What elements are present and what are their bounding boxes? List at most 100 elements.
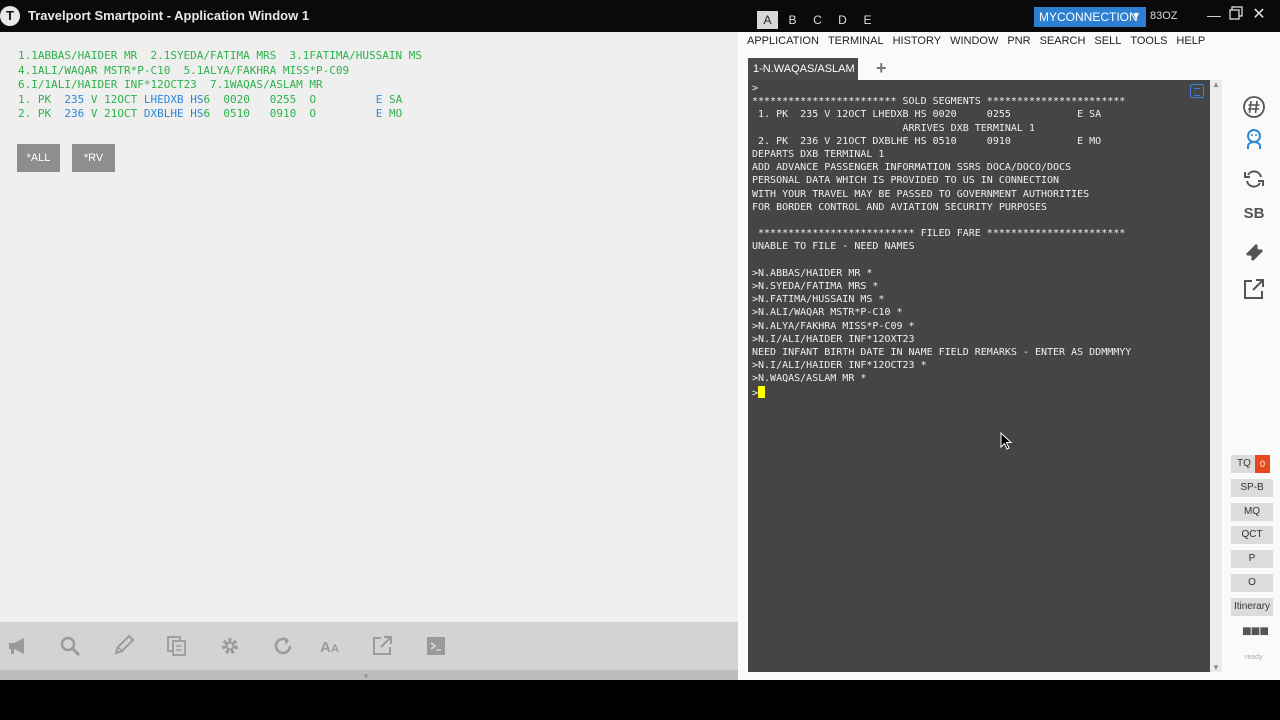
segment-row: 2. PK 236 V 21OCT DXBLHE HS6 0510 0910 O…	[18, 107, 402, 120]
window-tab-b[interactable]: B	[782, 11, 803, 29]
terminal-tab-bar: 1-N.WAQAS/ASLAM +	[748, 58, 1210, 80]
title-bar: T Travelport Smartpoint - Application Wi…	[0, 0, 1280, 32]
itinerary-button[interactable]: Itinerary	[1231, 598, 1273, 616]
search-icon[interactable]	[58, 634, 84, 658]
left-response-pane: 1.1ABBAS/HAIDER MR 2.1SYEDA/FATIMA MRS 3…	[0, 32, 738, 681]
menu-bar: APPLICATION TERMINAL HISTORY WINDOW PNR …	[747, 35, 1205, 51]
flight-number-link[interactable]: 236	[64, 107, 84, 120]
window-title: Travelport Smartpoint - Application Wind…	[28, 8, 310, 23]
terminal-tab[interactable]: 1-N.WAQAS/ASLAM	[748, 58, 858, 80]
e-ticket-link[interactable]: E	[376, 107, 383, 120]
window-tab-e[interactable]: E	[857, 11, 878, 29]
menu-pnr[interactable]: PNR	[1007, 35, 1030, 51]
agent-icon[interactable]	[1242, 127, 1266, 151]
segment-seats: 6	[203, 107, 224, 121]
font-size-icon[interactable]: AA	[318, 634, 344, 658]
menu-help[interactable]: HELP	[1176, 35, 1205, 51]
pcc-label: 83OZ	[1150, 10, 1178, 22]
departure-time: 0510	[223, 107, 250, 121]
terminal-scrollbar[interactable]: ▲ ▼	[1210, 80, 1222, 672]
segment-status: HS	[183, 107, 204, 121]
qct-button[interactable]: QCT	[1231, 526, 1273, 544]
external-link-icon[interactable]	[1242, 277, 1266, 301]
segment-date: 12OCT	[104, 92, 144, 106]
status-text: ready	[1245, 654, 1263, 661]
arrival-time: 0910	[269, 107, 297, 121]
booking-class: V	[84, 107, 105, 121]
o-button[interactable]: O	[1231, 574, 1273, 592]
menu-tools[interactable]: TOOLS	[1130, 35, 1167, 51]
gear-icon[interactable]	[217, 634, 243, 658]
sp-b-button[interactable]: SP-B	[1231, 479, 1273, 497]
booking-class: V	[84, 92, 105, 106]
close-button[interactable]: ✕	[1251, 6, 1267, 24]
terminal-text: > ************************ SOLD SEGMENTS…	[752, 83, 1132, 399]
terminal-icon[interactable]	[423, 634, 449, 658]
retrieve-button[interactable]: *RV	[72, 144, 115, 172]
more-options-icon[interactable]: ■■■	[1242, 623, 1269, 641]
maximize-icon	[1229, 6, 1243, 20]
segment-day: SA	[388, 92, 403, 106]
segment-seats: 6	[203, 92, 224, 106]
menu-sell[interactable]: SELL	[1094, 35, 1121, 51]
hash-icon[interactable]	[1242, 95, 1266, 119]
pnr-display: 1.1ABBAS/HAIDER MR 2.1SYEDA/FATIMA MRS 3…	[18, 49, 422, 122]
connection-label: MYCONNECTION	[1039, 10, 1138, 24]
mq-button[interactable]: MQ	[1231, 503, 1273, 521]
terminal-screen[interactable]: > ************************ SOLD SEGMENTS…	[748, 80, 1210, 672]
sb-icon[interactable]: SB	[1242, 202, 1266, 226]
flight-number-link[interactable]: 235	[64, 93, 84, 106]
menu-search[interactable]: SEARCH	[1040, 35, 1086, 51]
terminal-cursor	[758, 385, 766, 398]
e-ticket-link[interactable]: E	[376, 93, 383, 106]
window-tab-a[interactable]: A	[757, 11, 778, 29]
sync-icon[interactable]	[1242, 167, 1266, 191]
arrival-time: 0255	[269, 92, 297, 106]
window-tab-c[interactable]: C	[807, 11, 828, 29]
route-link[interactable]: LHEDXB	[144, 93, 184, 106]
window-tabs: A B C D E	[757, 11, 878, 29]
segment-o-flag: O	[309, 92, 317, 106]
svg-text:A: A	[331, 643, 339, 655]
pnr-name-line: 4.1ALI/WAQAR MSTR*P-C10 5.1ALYA/FAKHRA M…	[18, 63, 350, 77]
tq-count-badge: 0	[1255, 455, 1270, 473]
segment-number: 1. PK	[18, 92, 65, 106]
maximize-button[interactable]	[1228, 6, 1244, 24]
terminal-output: > ************************ SOLD SEGMENTS…	[752, 82, 1131, 400]
segment-status: HS	[183, 92, 204, 106]
segment-day: MO	[388, 107, 403, 121]
chevron-down-icon: ▼	[1131, 11, 1141, 22]
scroll-down-icon[interactable]: ▼	[1212, 663, 1220, 672]
tq-button[interactable]: TQ	[1231, 455, 1257, 473]
segment-number: 2. PK	[18, 107, 65, 121]
scroll-lock-icon[interactable]	[1190, 84, 1204, 98]
segment-date: 21OCT	[104, 107, 144, 121]
display-all-button[interactable]: *ALL	[17, 144, 60, 172]
connection-dropdown[interactable]: MYCONNECTION ▼	[1034, 7, 1146, 27]
route-link[interactable]: DXBLHE	[144, 107, 184, 120]
pnr-name-line: 1.1ABBAS/HAIDER MR 2.1SYEDA/FATIMA MRS 3…	[18, 49, 422, 62]
add-tab-icon[interactable]: +	[876, 58, 887, 78]
popout-icon[interactable]	[370, 634, 396, 658]
mouse-cursor-icon	[1000, 432, 1012, 450]
window-tab-d[interactable]: D	[832, 11, 853, 29]
app-window: T Travelport Smartpoint - Application Wi…	[0, 0, 1280, 720]
pencil-icon[interactable]	[111, 634, 137, 658]
minimize-button[interactable]: —	[1206, 6, 1222, 24]
menu-history[interactable]: HISTORY	[893, 35, 942, 51]
scroll-up-icon[interactable]: ▲	[1212, 80, 1220, 89]
quick-buttons: *ALL *RV	[17, 144, 115, 172]
menu-application[interactable]: APPLICATION	[747, 35, 819, 51]
p-button[interactable]: P	[1231, 550, 1273, 568]
copy-icon[interactable]	[164, 634, 190, 658]
ticket-icon[interactable]	[1242, 240, 1266, 264]
menu-terminal[interactable]: TERMINAL	[828, 35, 884, 51]
segment-o-flag: O	[309, 107, 317, 121]
menu-window[interactable]: WINDOW	[950, 35, 998, 51]
svg-text:A: A	[320, 639, 331, 656]
grip-icon: ▼	[362, 672, 370, 681]
refresh-icon[interactable]	[270, 634, 296, 658]
megaphone-icon[interactable]	[6, 634, 32, 658]
travelport-logo: T	[0, 6, 20, 26]
pane-splitter[interactable]: ▼	[0, 670, 738, 681]
